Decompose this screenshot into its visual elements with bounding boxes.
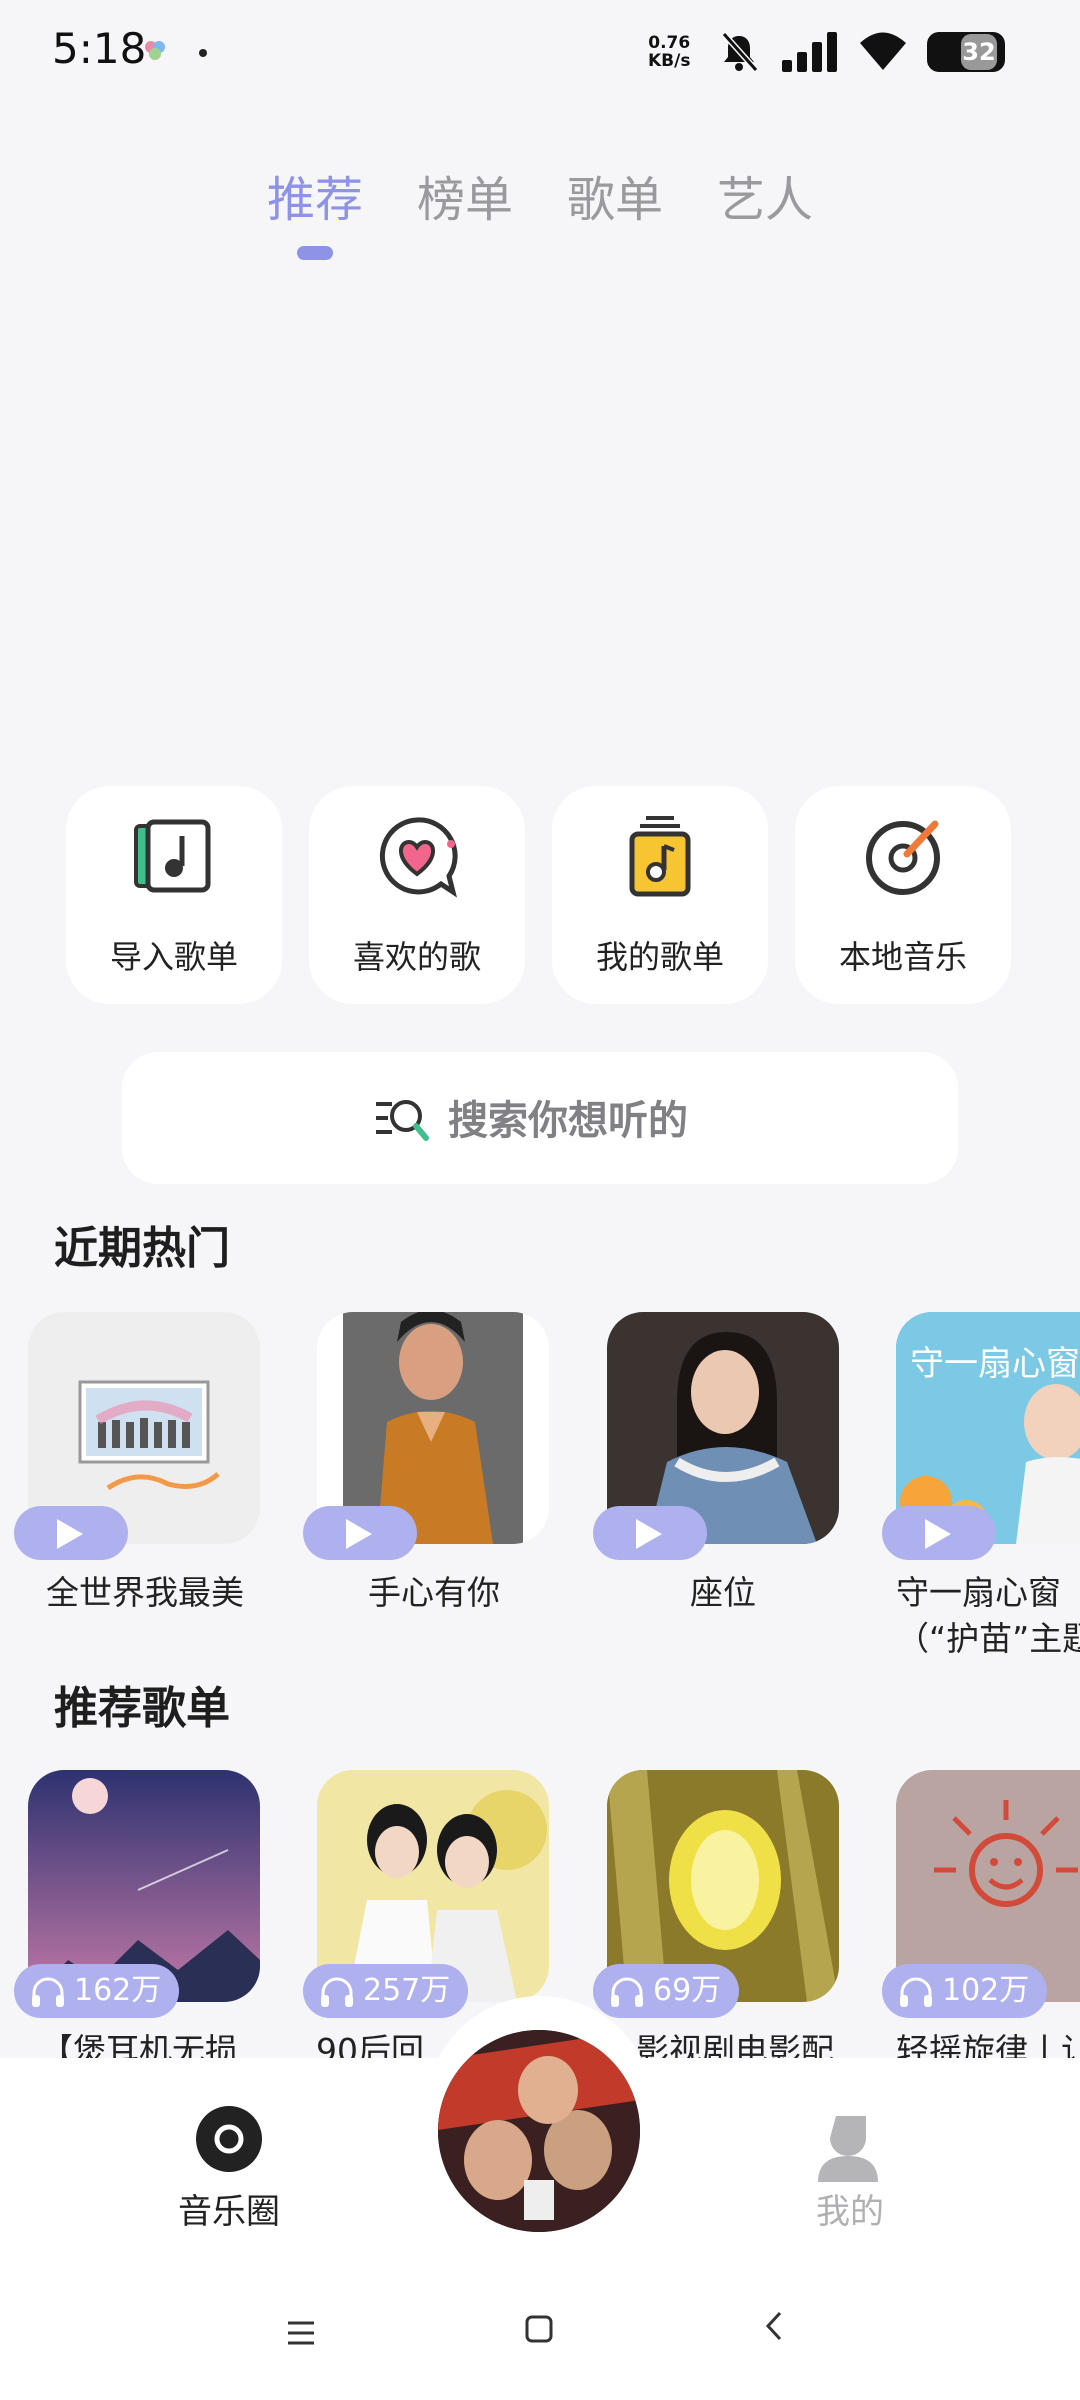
quick-action-label: 我的歌单: [595, 938, 724, 976]
tab-recommend[interactable]: 推荐: [267, 160, 363, 230]
headphones-icon: [611, 1977, 643, 2007]
import-playlist-icon: [134, 819, 211, 893]
play-count: 162万: [14, 1964, 180, 2018]
nav-mine[interactable]: 我的: [780, 2112, 920, 2242]
liked-songs-button[interactable]: 喜欢的歌: [309, 786, 525, 1004]
signal-icon: [782, 32, 837, 72]
play-button[interactable]: [303, 1506, 417, 1560]
headphones-icon: [900, 1977, 932, 2007]
play-count-value: 102万: [942, 1973, 1030, 2008]
wifi-icon: [860, 32, 906, 70]
notification-dot-icon: [199, 49, 207, 57]
song-subtitle: （“护苗”主题: [896, 1619, 1080, 1658]
now-playing-disc[interactable]: [438, 2030, 640, 2232]
music-circle-icon: [196, 2106, 262, 2172]
recent-hot-title: 近期热门: [54, 1223, 230, 1274]
quick-action-label: 导入歌单: [109, 938, 238, 976]
tab-charts[interactable]: 榜单: [417, 160, 513, 230]
play-count-value: 69万: [653, 1973, 722, 2008]
cover-text: 守一扇心窗: [910, 1344, 1080, 1384]
search-placeholder: 搜索你想听的: [448, 1098, 688, 1144]
status-time: 5:18: [52, 24, 147, 73]
play-icon: [636, 1519, 662, 1549]
song-card[interactable]: [14, 1312, 260, 1572]
menu-nav-icon[interactable]: [286, 2310, 316, 2356]
song-title: 手心有你: [368, 1573, 500, 1612]
playlist-card[interactable]: 102万: [882, 1770, 1080, 2060]
app-notification-icon: [145, 41, 165, 60]
quick-action-label: 本地音乐: [838, 938, 967, 976]
nav-music-circle-label: 音乐圈: [178, 2192, 280, 2232]
headphones-icon: [32, 1977, 64, 2007]
user-icon: [818, 2116, 878, 2182]
play-icon: [57, 1519, 83, 1549]
network-speed: 0.76 KB/s: [648, 34, 690, 70]
local-music-button[interactable]: 本地音乐: [795, 786, 1011, 1004]
search-icon: [376, 1100, 429, 1141]
nav-music-circle[interactable]: 音乐圈: [150, 2106, 310, 2236]
heart-chat-icon: [379, 817, 458, 898]
battery-level: 32: [961, 34, 997, 70]
quick-action-label: 喜欢的歌: [352, 938, 481, 976]
import-playlist-button[interactable]: 导入歌单: [66, 786, 282, 1004]
headphones-icon: [321, 1977, 353, 2007]
bell-muted-icon: [721, 32, 759, 72]
home-nav-icon[interactable]: [524, 2308, 554, 2354]
net-speed-unit: KB/s: [648, 51, 691, 71]
net-speed-value: 0.76: [648, 33, 691, 53]
recommended-playlists-title: 推荐歌单: [54, 1683, 230, 1734]
play-count: 257万: [303, 1964, 469, 2018]
play-button[interactable]: [882, 1506, 996, 1560]
tab-artists[interactable]: 艺人: [717, 160, 813, 230]
play-count: 102万: [882, 1964, 1048, 2018]
playlist-card[interactable]: 162万: [14, 1770, 260, 2060]
tab-playlists[interactable]: 歌单: [567, 160, 663, 230]
local-disc-icon: [866, 820, 940, 895]
nav-mine-label: 我的: [816, 2192, 884, 2232]
song-title: 守一扇心窗: [896, 1573, 1061, 1612]
active-tab-indicator: [297, 246, 333, 260]
play-count-value: 162万: [74, 1973, 162, 2008]
play-button[interactable]: [14, 1506, 128, 1560]
my-playlists-button[interactable]: 我的歌单: [552, 786, 768, 1004]
top-tab-bar: 推荐 榜单 歌单 艺人: [0, 160, 1080, 260]
battery-indicator: 32: [927, 32, 1005, 72]
song-title: 全世界我最美: [46, 1573, 244, 1612]
song-card[interactable]: 守一扇心窗: [882, 1312, 1080, 1572]
status-bar: 5:18 0.76 KB/s 32: [0, 0, 1080, 110]
song-card[interactable]: [593, 1312, 839, 1572]
play-count-value: 257万: [363, 1973, 451, 2008]
search-bar[interactable]: 搜索你想听的: [122, 1052, 958, 1184]
song-title: 座位: [690, 1573, 756, 1612]
play-icon: [346, 1519, 372, 1549]
play-icon: [925, 1519, 951, 1549]
playlist-card[interactable]: 69万: [593, 1770, 839, 2060]
play-button[interactable]: [593, 1506, 707, 1560]
my-playlist-icon: [629, 816, 691, 897]
play-count: 69万: [593, 1964, 740, 2018]
song-card[interactable]: [303, 1312, 549, 1572]
back-nav-icon[interactable]: [764, 2306, 784, 2352]
